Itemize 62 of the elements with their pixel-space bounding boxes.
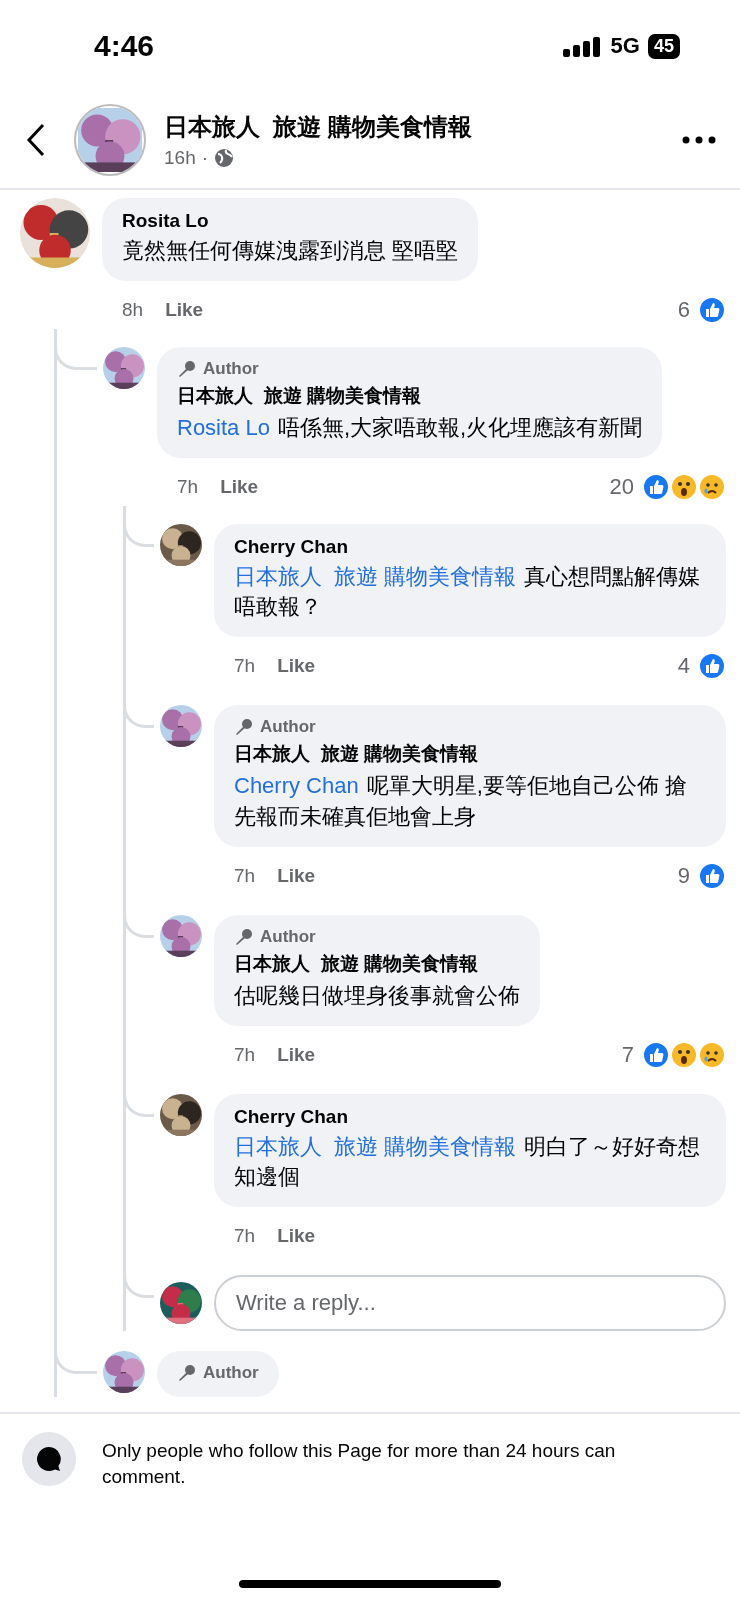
- status-time: 4:46: [94, 29, 156, 63]
- globe-icon: [214, 148, 235, 168]
- surprised-face-icon: [670, 472, 698, 501]
- reaction-count: 7: [621, 1041, 634, 1068]
- crying-face-icon: [698, 472, 726, 501]
- commenter-name[interactable]: 日本旅人 旅遊 購物美食情報: [234, 950, 520, 977]
- reaction-count: 6: [677, 296, 690, 323]
- reaction-count: 20: [609, 473, 634, 500]
- comment-text: Cherry Chan 呢單大明星,要等佢地自己公佈 搶先報而未確真佢地會上身: [234, 772, 688, 831]
- thumbs-up-icon: [698, 295, 726, 324]
- commenter-name[interactable]: 日本旅人 旅遊 購物美食情報: [177, 382, 643, 409]
- microphone-icon: [234, 926, 254, 947]
- signal-icon: [562, 35, 603, 57]
- comment-time: 7h: [234, 864, 256, 887]
- separator-dot: ·: [201, 147, 209, 169]
- like-link[interactable]: Like: [277, 1043, 316, 1066]
- like-link[interactable]: Like: [277, 864, 316, 887]
- author-label: Author: [260, 717, 316, 738]
- mention-link[interactable]: 日本旅人 旅遊 購物美食情報: [234, 1133, 517, 1159]
- like-link[interactable]: Like: [220, 475, 259, 498]
- comment-time: 7h: [234, 1043, 256, 1066]
- author-label: Author: [260, 926, 316, 947]
- like-link[interactable]: Like: [277, 1225, 316, 1248]
- reply-field[interactable]: Write a reply...: [214, 1275, 726, 1332]
- comment-text: 日本旅人 旅遊 購物美食情報 真心想問點解傳媒唔敢報？: [234, 562, 702, 622]
- comment-time: 7h: [177, 475, 199, 498]
- crying-face-icon: [698, 1040, 726, 1069]
- microphone-icon: [177, 1363, 197, 1384]
- like-link[interactable]: Like: [277, 655, 316, 678]
- mention-link[interactable]: Cherry Chan: [234, 773, 359, 799]
- thumbs-up-icon: [698, 861, 726, 890]
- comment-icon: [22, 1432, 76, 1486]
- comment-time: 8h: [122, 298, 144, 321]
- comment-text: 估呢幾日做埋身後事就會公佈: [234, 981, 520, 1010]
- thumbs-up-icon: [698, 652, 726, 681]
- mention-link[interactable]: Rosita Lo: [177, 414, 270, 440]
- comment-time: 7h: [234, 655, 256, 678]
- thumbs-up-icon: [642, 472, 670, 501]
- page-title[interactable]: 日本旅人 旅遊 購物美食情報: [164, 111, 664, 143]
- microphone-icon: [234, 717, 254, 738]
- more-button[interactable]: [682, 136, 716, 144]
- battery-indicator: 45: [647, 33, 680, 59]
- comment-time: 7h: [234, 1225, 256, 1248]
- commenter-name[interactable]: Rosita Lo: [122, 210, 459, 232]
- commenter-name[interactable]: Cherry Chan: [234, 535, 706, 558]
- thumbs-up-icon: [642, 1040, 670, 1069]
- microphone-icon: [177, 358, 197, 379]
- author-label: Author: [203, 1363, 259, 1384]
- comment-restriction-notice: Only people who follow this Page for more than 24 hours can comment.: [102, 1439, 617, 1489]
- surprised-face-icon: [670, 1040, 698, 1069]
- comment-text: 日本旅人 旅遊 購物美食情報 明白了～好好奇想知邊個: [234, 1132, 702, 1192]
- commenter-name[interactable]: 日本旅人 旅遊 購物美食情報: [234, 741, 706, 768]
- comment-text: Rosita Lo 唔係無,大家唔敢報,火化埋應該有新聞: [177, 413, 643, 442]
- like-link[interactable]: Like: [165, 298, 204, 321]
- post-time: 16h: [164, 147, 196, 169]
- network-label: 5G: [610, 33, 640, 59]
- comment-text: 竟然無任何傳媒洩露到消息 堅唔堅: [122, 237, 459, 265]
- reaction-count: 9: [677, 862, 690, 889]
- reaction-count: 4: [677, 653, 690, 680]
- mention-link[interactable]: 日本旅人 旅遊 購物美食情報: [234, 563, 517, 589]
- author-label: Author: [203, 358, 259, 379]
- commenter-name[interactable]: Cherry Chan: [234, 1105, 706, 1128]
